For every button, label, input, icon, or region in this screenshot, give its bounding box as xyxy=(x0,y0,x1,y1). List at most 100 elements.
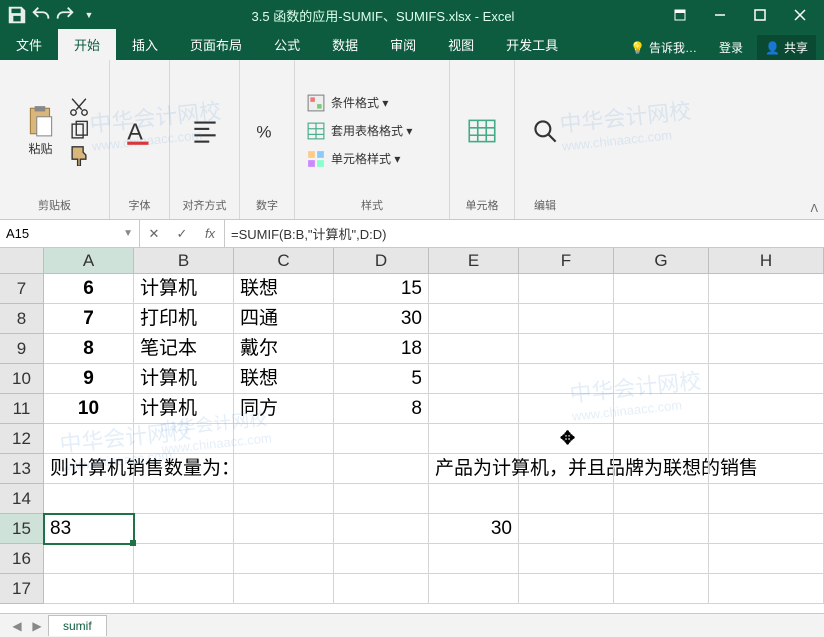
cell[interactable]: 计算机 xyxy=(134,364,234,394)
cell[interactable] xyxy=(519,274,614,304)
column-header[interactable]: G xyxy=(614,248,709,273)
cell[interactable] xyxy=(614,334,709,364)
cell[interactable] xyxy=(519,514,614,544)
cell[interactable] xyxy=(519,574,614,604)
cell[interactable]: 18 xyxy=(334,334,429,364)
row-header[interactable]: 9 xyxy=(0,334,44,364)
cell[interactable]: 联想 xyxy=(234,364,334,394)
cell[interactable]: 5 xyxy=(334,364,429,394)
cell[interactable] xyxy=(429,424,519,454)
undo-icon[interactable] xyxy=(30,4,52,26)
cell[interactable] xyxy=(709,484,824,514)
cell[interactable] xyxy=(709,574,824,604)
collapse-ribbon-icon[interactable]: ᐱ xyxy=(810,202,818,215)
cell[interactable]: 83 xyxy=(44,514,134,544)
cell[interactable]: 戴尔 xyxy=(234,334,334,364)
cell[interactable] xyxy=(614,544,709,574)
ribbon-tab[interactable]: 文件 xyxy=(0,29,58,60)
cell[interactable] xyxy=(709,364,824,394)
cell[interactable] xyxy=(519,364,614,394)
row-header[interactable]: 14 xyxy=(0,484,44,514)
cell[interactable]: 则计算机销售数量为： xyxy=(44,454,134,484)
row-header[interactable]: 16 xyxy=(0,544,44,574)
cell[interactable]: 7 xyxy=(44,304,134,334)
name-box[interactable]: ▼ xyxy=(0,220,140,247)
chevron-down-icon[interactable]: ▼ xyxy=(123,228,133,239)
cell[interactable]: 四通 xyxy=(234,304,334,334)
cell[interactable] xyxy=(709,274,824,304)
cell[interactable] xyxy=(134,454,234,484)
cell[interactable] xyxy=(709,454,824,484)
fx-icon[interactable]: fx xyxy=(196,226,224,241)
cell[interactable]: 15 xyxy=(334,274,429,304)
column-header[interactable]: C xyxy=(234,248,334,273)
cell[interactable] xyxy=(429,304,519,334)
cell[interactable] xyxy=(234,574,334,604)
format-as-table-button[interactable]: 套用表格格式 ▾ xyxy=(303,120,441,142)
cell[interactable] xyxy=(709,514,824,544)
cell[interactable] xyxy=(429,484,519,514)
row-header[interactable]: 7 xyxy=(0,274,44,304)
cell[interactable] xyxy=(134,514,234,544)
cell[interactable] xyxy=(709,394,824,424)
cell[interactable] xyxy=(709,304,824,334)
cell[interactable] xyxy=(334,574,429,604)
editing-group-icon[interactable] xyxy=(524,110,566,152)
cell[interactable] xyxy=(614,484,709,514)
cell[interactable] xyxy=(429,544,519,574)
cell[interactable] xyxy=(334,484,429,514)
maximize-icon[interactable] xyxy=(746,1,774,29)
ribbon-tab[interactable]: 开发工具 xyxy=(490,29,574,60)
cell[interactable] xyxy=(614,454,709,484)
cell[interactable] xyxy=(334,424,429,454)
cell[interactable] xyxy=(709,544,824,574)
cell[interactable] xyxy=(429,274,519,304)
cell[interactable] xyxy=(519,304,614,334)
cell[interactable] xyxy=(429,394,519,424)
cell[interactable]: 8 xyxy=(44,334,134,364)
cell[interactable]: 6 xyxy=(44,274,134,304)
minimize-icon[interactable] xyxy=(706,1,734,29)
column-header[interactable]: E xyxy=(429,248,519,273)
row-header[interactable]: 17 xyxy=(0,574,44,604)
cell[interactable]: 联想 xyxy=(234,274,334,304)
format-painter-icon[interactable] xyxy=(68,145,90,165)
cell[interactable] xyxy=(709,334,824,364)
cell[interactable] xyxy=(709,424,824,454)
row-header[interactable]: 15 xyxy=(0,514,44,544)
sheet-nav-next-icon[interactable]: ▶ xyxy=(28,619,46,633)
close-icon[interactable] xyxy=(786,1,814,29)
row-header[interactable]: 8 xyxy=(0,304,44,334)
column-header[interactable]: F xyxy=(519,248,614,273)
cell[interactable] xyxy=(429,574,519,604)
cell[interactable] xyxy=(134,484,234,514)
row-header[interactable]: 12 xyxy=(0,424,44,454)
cell[interactable]: 8 xyxy=(334,394,429,424)
cell[interactable]: 9 xyxy=(44,364,134,394)
ribbon-tab[interactable]: 开始 xyxy=(58,29,116,60)
cell[interactable] xyxy=(234,484,334,514)
cell[interactable] xyxy=(44,574,134,604)
number-group-icon[interactable]: % xyxy=(246,110,288,152)
cell[interactable]: 同方 xyxy=(234,394,334,424)
cell[interactable] xyxy=(334,514,429,544)
cell[interactable] xyxy=(234,514,334,544)
row-header[interactable]: 10 xyxy=(0,364,44,394)
cell[interactable] xyxy=(429,364,519,394)
row-header[interactable]: 13 xyxy=(0,454,44,484)
cell[interactable] xyxy=(519,394,614,424)
qat-dropdown-icon[interactable]: ▼ xyxy=(78,4,100,26)
cell[interactable]: 10 xyxy=(44,394,134,424)
cell[interactable] xyxy=(44,484,134,514)
sheet-nav-prev-icon[interactable]: ◀ xyxy=(8,619,26,633)
ribbon-tab[interactable]: 公式 xyxy=(258,29,316,60)
cell[interactable] xyxy=(429,334,519,364)
cell[interactable] xyxy=(614,514,709,544)
column-header[interactable]: H xyxy=(709,248,824,273)
select-all-corner[interactable] xyxy=(0,248,44,273)
login-link[interactable]: 登录 xyxy=(711,35,751,60)
cell[interactable] xyxy=(614,364,709,394)
accept-formula-icon[interactable]: ✓ xyxy=(168,226,196,242)
font-group-icon[interactable]: A xyxy=(119,110,161,152)
alignment-group-icon[interactable] xyxy=(184,110,226,152)
